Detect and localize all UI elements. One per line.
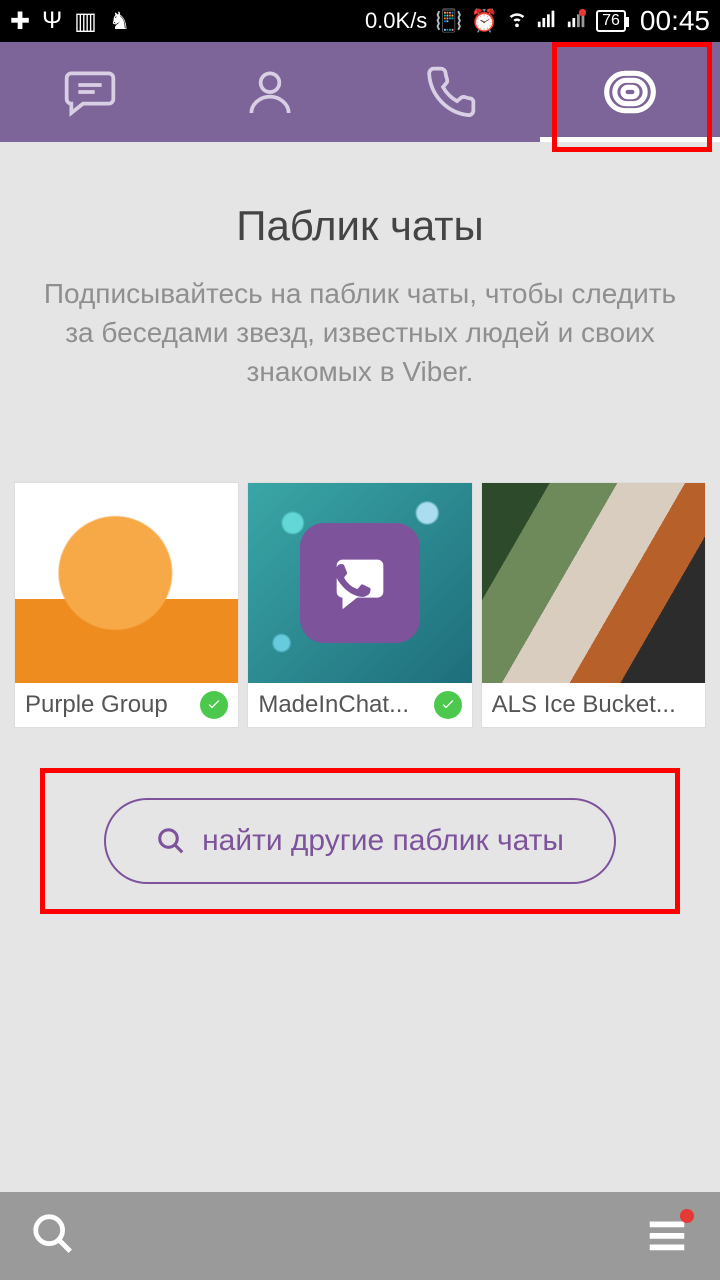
plus-icon: ✚	[10, 7, 30, 36]
annotation-highlight-search	[40, 768, 680, 914]
horse-icon: ♞	[109, 7, 131, 36]
card-thumbnail	[248, 483, 471, 683]
barcode-icon: ▥	[74, 7, 97, 36]
public-chat-card[interactable]: Purple Group	[14, 482, 239, 728]
net-speed: 0.0K/s	[365, 8, 427, 34]
usb-icon: Ψ	[42, 7, 62, 35]
tab-chats[interactable]	[0, 42, 180, 142]
annotation-highlight-tab	[552, 42, 712, 152]
search-section: найти другие паблик чаты	[0, 798, 720, 884]
public-chat-cards: Purple Group MadeInChat... ALS Ice Bucke…	[0, 482, 720, 728]
card-thumbnail	[15, 483, 238, 683]
vibrate-icon: 📳	[435, 8, 462, 34]
card-title: ALS Ice Bucket...	[492, 691, 695, 719]
page-subtitle: Подписывайтесь на паблик чаты, чтобы сле…	[0, 274, 720, 392]
alarm-icon: ⏰	[471, 8, 498, 34]
verified-icon	[434, 691, 462, 719]
signal2-icon	[566, 7, 588, 35]
card-title: MadeInChat...	[258, 691, 427, 719]
viber-logo-icon	[300, 523, 420, 643]
page-title: Паблик чаты	[0, 202, 720, 250]
wifi-icon	[506, 7, 528, 35]
bottom-bar	[0, 1192, 720, 1280]
menu-icon[interactable]	[644, 1211, 690, 1262]
card-thumbnail	[482, 483, 705, 683]
public-chat-card[interactable]: MadeInChat...	[247, 482, 472, 728]
public-chat-card[interactable]: ALS Ice Bucket...	[481, 482, 706, 728]
search-icon[interactable]	[30, 1211, 76, 1262]
page-content: Паблик чаты Подписывайтесь на паблик чат…	[0, 142, 720, 1192]
tab-calls[interactable]	[360, 42, 540, 142]
signal-icon	[536, 7, 558, 35]
clock: 00:45	[640, 5, 710, 37]
verified-icon	[200, 691, 228, 719]
status-bar: ✚ Ψ ▥ ♞ 0.0K/s 📳 ⏰ 76 00:45	[0, 0, 720, 42]
battery-icon: 76	[596, 10, 626, 32]
tab-contacts[interactable]	[180, 42, 360, 142]
card-title: Purple Group	[25, 691, 194, 719]
notification-dot	[680, 1209, 694, 1223]
